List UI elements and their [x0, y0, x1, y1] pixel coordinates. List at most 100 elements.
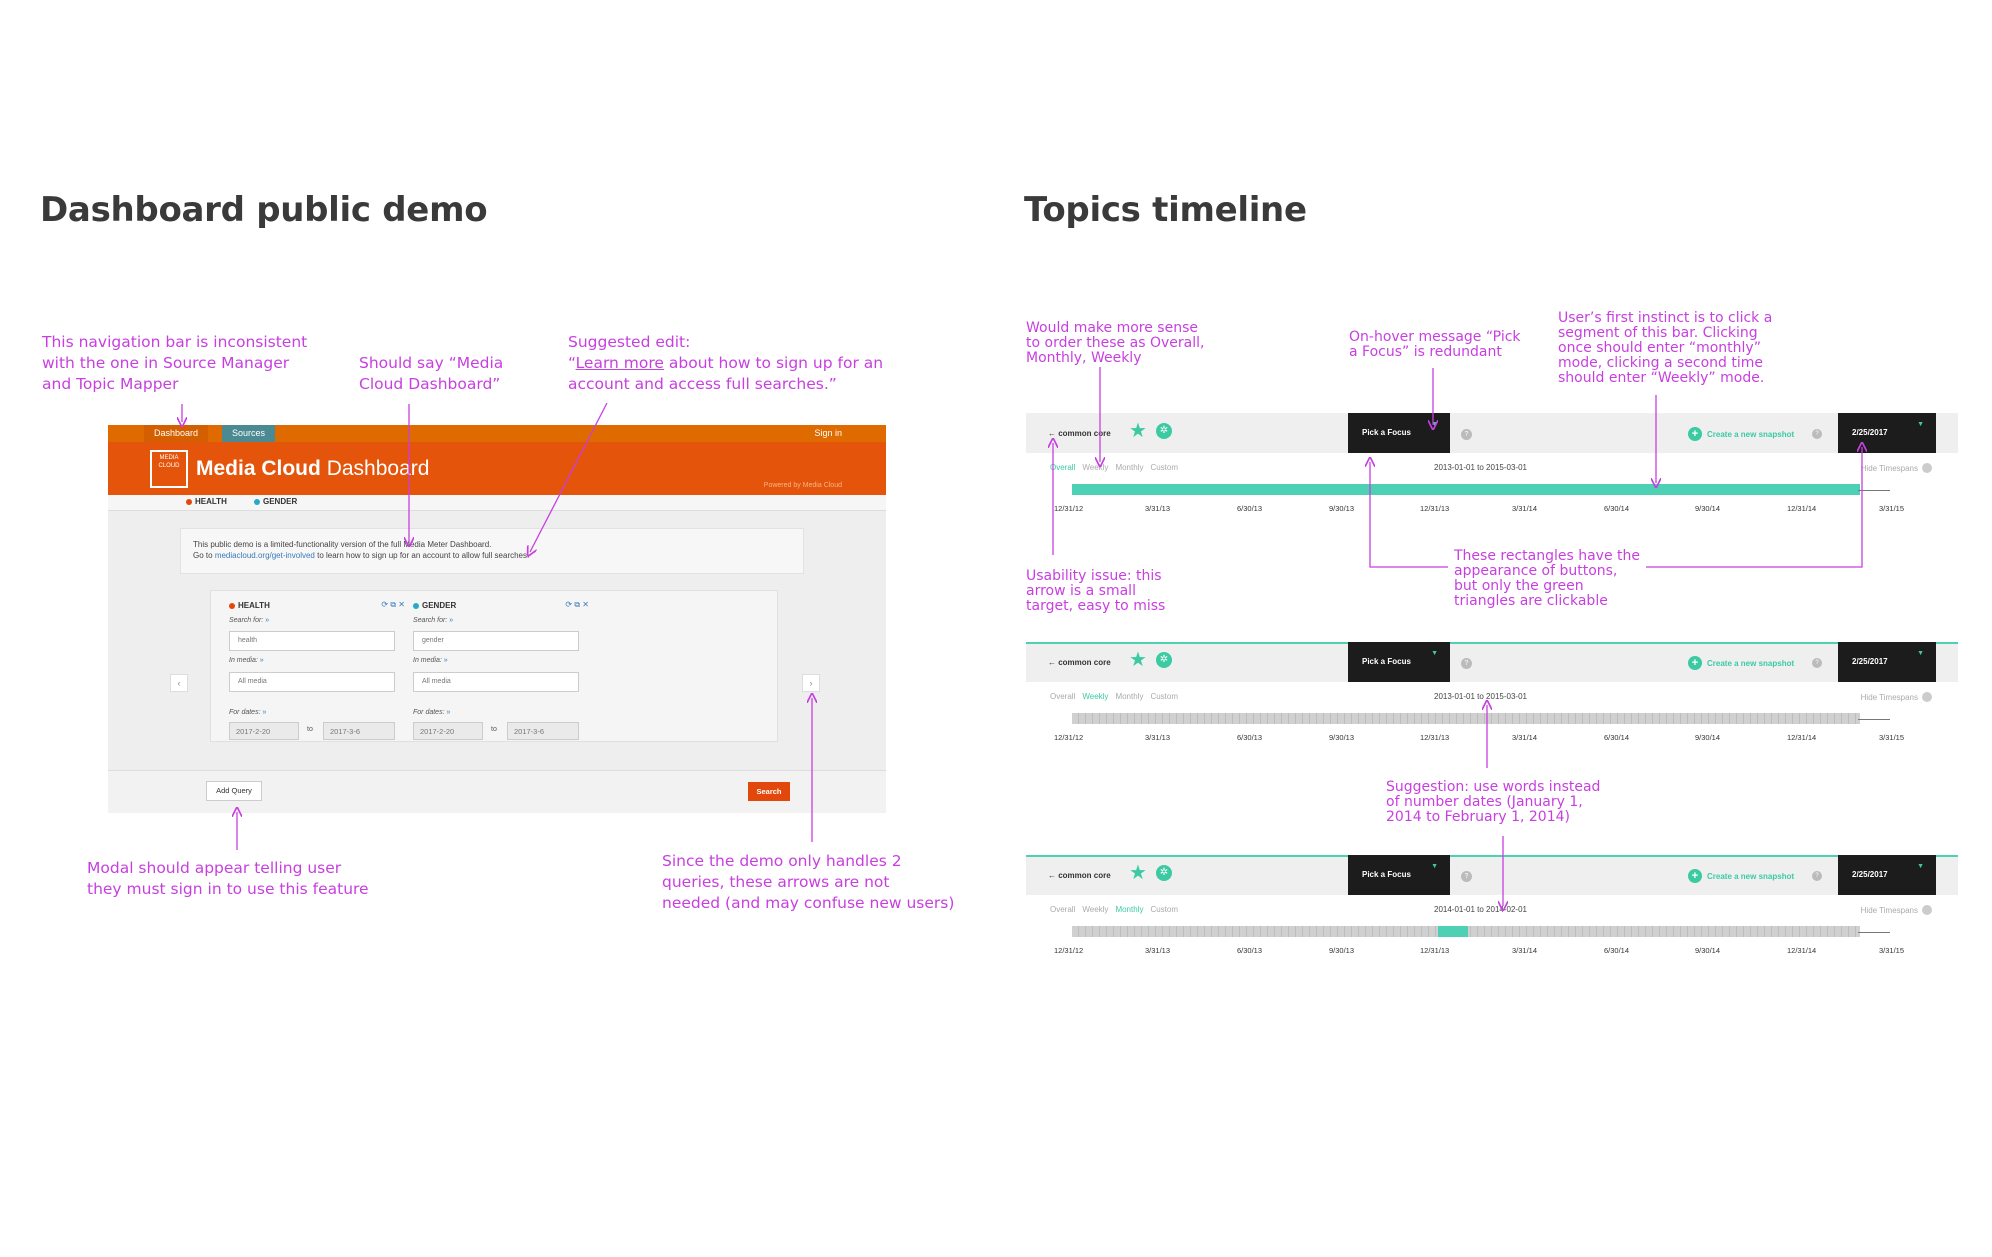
tick-label: 12/31/12 — [1054, 733, 1084, 742]
back-arrow[interactable]: ← common core — [1048, 871, 1111, 880]
tag-gender[interactable]: GENDER — [254, 497, 297, 506]
create-snapshot-link[interactable]: + Create a new snapshot — [1688, 656, 1794, 670]
tick-label: 3/31/15 — [1879, 733, 1905, 742]
hide-timespans[interactable]: Hide Timespans — [1861, 692, 1932, 702]
sign-in-link[interactable]: Sign in — [804, 425, 852, 442]
chevron-down-icon[interactable]: ▼ — [1431, 862, 1438, 872]
search-button[interactable]: Search — [748, 782, 790, 801]
mode-weekly[interactable]: Weekly — [1082, 905, 1108, 914]
pick-focus-button[interactable]: Pick a Focus ▼ — [1348, 413, 1450, 453]
help-icon[interactable]: ? — [1461, 429, 1472, 440]
help-icon[interactable]: ? — [1812, 658, 1822, 668]
add-query-button[interactable]: Add Query — [206, 781, 262, 801]
annotation-first-instinct: User’s first instinct is to click a segm… — [1558, 310, 1773, 386]
hide-timespans[interactable]: Hide Timespans — [1861, 463, 1932, 473]
divider — [1026, 642, 1958, 644]
tag-health[interactable]: HEALTH — [186, 497, 227, 506]
mode-monthly[interactable]: Monthly — [1115, 692, 1143, 701]
help-icon[interactable]: ? — [1461, 658, 1472, 669]
powered-by: Powered by Media Cloud — [763, 482, 842, 489]
chevron-down-icon[interactable]: ▼ — [1431, 420, 1438, 430]
timeline-bar[interactable] — [1072, 713, 1860, 724]
tick-label: 6/30/14 — [1604, 504, 1630, 513]
back-arrow[interactable]: ← common core — [1048, 658, 1111, 667]
prev-query-arrow[interactable]: ‹ — [170, 674, 188, 692]
timespan-modes: Overall Weekly Monthly Custom — [1050, 692, 1178, 701]
query-panel: HEALTH ⟳ ⧉ ✕ Search for: » health In med… — [210, 590, 778, 742]
mode-overall[interactable]: Overall — [1050, 692, 1075, 701]
mode-overall[interactable]: Overall — [1050, 905, 1075, 914]
date-to-input[interactable]: 2017-3-6 — [507, 722, 579, 740]
next-query-arrow[interactable]: › — [802, 674, 820, 692]
tick-label: 3/31/15 — [1879, 946, 1905, 955]
info-icon: » — [446, 709, 451, 716]
mode-monthly[interactable]: Monthly — [1115, 463, 1143, 472]
star-icon[interactable]: ★ — [1129, 863, 1147, 883]
gender-dot-icon — [254, 498, 260, 505]
query-actions-icons[interactable]: ⟳ ⧉ ✕ — [565, 600, 589, 610]
media-input[interactable]: All media — [413, 672, 579, 692]
mode-overall[interactable]: Overall — [1050, 463, 1075, 472]
help-icon[interactable]: ? — [1812, 871, 1822, 881]
hide-timespans[interactable]: Hide Timespans — [1861, 905, 1932, 915]
gear-icon[interactable]: ✲ — [1156, 652, 1172, 668]
media-cloud-logo: MEDIA CLOUD — [150, 450, 188, 488]
search-input[interactable]: gender — [413, 631, 579, 651]
snapshot-date-button[interactable]: 2/25/2017 ▼ — [1838, 642, 1936, 682]
gear-icon[interactable]: ✲ — [1156, 423, 1172, 439]
timeline-bar[interactable] — [1072, 484, 1860, 495]
star-icon[interactable]: ★ — [1129, 421, 1147, 441]
timeline-ticks: 12/31/12 3/31/13 6/30/13 9/30/13 12/31/13 3/3… — [1054, 733, 1914, 745]
chevron-down-icon[interactable]: ▼ — [1431, 649, 1438, 659]
tick-label: 6/30/13 — [1237, 946, 1263, 955]
tick-label: 3/31/13 — [1145, 946, 1171, 955]
date-from-input[interactable]: 2017-2-20 — [413, 722, 483, 740]
help-icon — [1922, 692, 1932, 702]
timespan-modes: Overall Weekly Monthly Custom — [1050, 905, 1178, 914]
chevron-down-icon[interactable]: ▼ — [1917, 862, 1924, 872]
mode-monthly[interactable]: Monthly — [1115, 905, 1143, 914]
pick-focus-button[interactable]: Pick a Focus ▼ — [1348, 855, 1450, 895]
tick-label: 6/30/14 — [1604, 946, 1630, 955]
nav-tab-sources[interactable]: Sources — [222, 425, 276, 442]
back-arrow[interactable]: ← common core — [1048, 429, 1111, 438]
create-snapshot-link[interactable]: + Create a new snapshot — [1688, 869, 1794, 883]
date-range: 2014-01-01 to 2014-02-01 — [1434, 905, 1527, 914]
section-heading-timeline: Topics timeline — [1024, 190, 1307, 230]
mode-custom[interactable]: Custom — [1150, 692, 1178, 701]
mode-weekly[interactable]: Weekly — [1082, 692, 1108, 701]
query-actions-icons[interactable]: ⟳ ⧉ ✕ — [381, 600, 405, 610]
date-from-input[interactable]: 2017-2-20 — [229, 722, 299, 740]
help-icon[interactable]: ? — [1812, 429, 1822, 439]
star-icon[interactable]: ★ — [1129, 650, 1147, 670]
query-title: GENDER — [413, 601, 456, 610]
annotation-title: Should say “Media Cloud Dashboard” — [359, 354, 504, 393]
mode-weekly[interactable]: Weekly — [1082, 463, 1108, 472]
media-label: In media: » — [229, 657, 264, 664]
nav-tab-dashboard[interactable]: Dashboard — [144, 425, 209, 442]
tick-label: 3/31/15 — [1879, 504, 1905, 513]
selected-segment[interactable] — [1438, 926, 1468, 937]
media-input[interactable]: All media — [229, 672, 395, 692]
chevron-down-icon[interactable]: ▼ — [1917, 420, 1924, 430]
info-icon: » — [449, 617, 454, 624]
gear-icon[interactable]: ✲ — [1156, 865, 1172, 881]
timeline-bar-end — [1858, 719, 1890, 720]
dashboard-screenshot: Dashboard Sources Sign in MEDIA CLOUD Me… — [108, 425, 886, 813]
create-snapshot-link[interactable]: + Create a new snapshot — [1688, 427, 1794, 441]
mode-custom[interactable]: Custom — [1150, 905, 1178, 914]
date-to-word: to — [307, 726, 313, 733]
annotation-arrows: Since the demo only handles 2 queries, t… — [662, 852, 955, 912]
help-icon[interactable]: ? — [1461, 871, 1472, 882]
dashboard-footer: Add Query Search — [108, 770, 886, 813]
pick-focus-button[interactable]: Pick a Focus ▼ — [1348, 642, 1450, 682]
get-involved-link[interactable]: mediacloud.org/get-involved — [215, 551, 315, 560]
date-to-input[interactable]: 2017-3-6 — [323, 722, 395, 740]
dates-label: For dates: » — [413, 709, 451, 716]
info-icon: » — [265, 617, 270, 624]
snapshot-date-button[interactable]: 2/25/2017 ▼ — [1838, 855, 1936, 895]
chevron-down-icon[interactable]: ▼ — [1917, 649, 1924, 659]
search-input[interactable]: health — [229, 631, 395, 651]
snapshot-date-button[interactable]: 2/25/2017 ▼ — [1838, 413, 1936, 453]
mode-custom[interactable]: Custom — [1150, 463, 1178, 472]
